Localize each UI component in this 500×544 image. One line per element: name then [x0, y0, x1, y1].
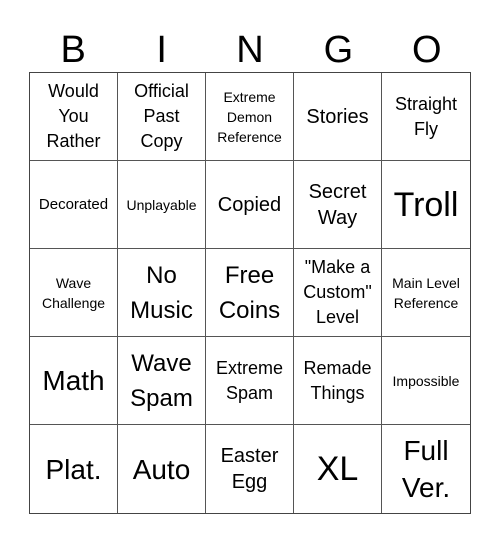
bingo-cell[interactable]: Official Past Copy — [118, 73, 206, 161]
bingo-cell[interactable]: Remade Things — [294, 337, 382, 425]
bingo-cell[interactable]: Unplayable — [118, 161, 206, 249]
bingo-cell[interactable]: Extreme Demon Reference — [206, 73, 294, 161]
bingo-cell[interactable]: Extreme Spam — [206, 337, 294, 425]
bingo-cell[interactable]: "Make a Custom" Level — [294, 249, 382, 337]
bingo-cell[interactable]: Auto — [118, 425, 206, 513]
bingo-cell[interactable]: Wave Spam — [118, 337, 206, 425]
header-letter-n: N — [236, 29, 264, 71]
bingo-cell[interactable]: XL — [294, 425, 382, 513]
header-letter-g: G — [323, 29, 354, 71]
bingo-cell[interactable]: Copied — [206, 161, 294, 249]
bingo-cell[interactable]: Troll — [382, 161, 470, 249]
bingo-cell[interactable]: Straight Fly — [382, 73, 470, 161]
bingo-cell[interactable]: No Music — [118, 249, 206, 337]
bingo-cell[interactable]: Decorated — [30, 161, 118, 249]
bingo-cell[interactable]: Main Level Reference — [382, 249, 470, 337]
bingo-cell[interactable]: Stories — [294, 73, 382, 161]
bingo-cell[interactable]: Impossible — [382, 337, 470, 425]
bingo-cell[interactable]: Full Ver. — [382, 425, 470, 513]
bingo-cell[interactable]: Easter Egg — [206, 425, 294, 513]
bingo-cell[interactable]: Would You Rather — [30, 73, 118, 161]
bingo-cell[interactable]: Math — [30, 337, 118, 425]
header-letter-o: O — [412, 29, 442, 71]
bingo-grid: Would You Rather Official Past Copy Extr… — [29, 72, 471, 514]
bingo-cell[interactable]: Plat. — [30, 425, 118, 513]
bingo-header: B I N G O — [29, 28, 471, 72]
bingo-cell[interactable]: Secret Way — [294, 161, 382, 249]
header-letter-i: I — [156, 29, 167, 71]
bingo-cell[interactable]: Wave Challenge — [30, 249, 118, 337]
bingo-cell[interactable]: Free Coins — [206, 249, 294, 337]
header-letter-b: B — [60, 29, 86, 71]
